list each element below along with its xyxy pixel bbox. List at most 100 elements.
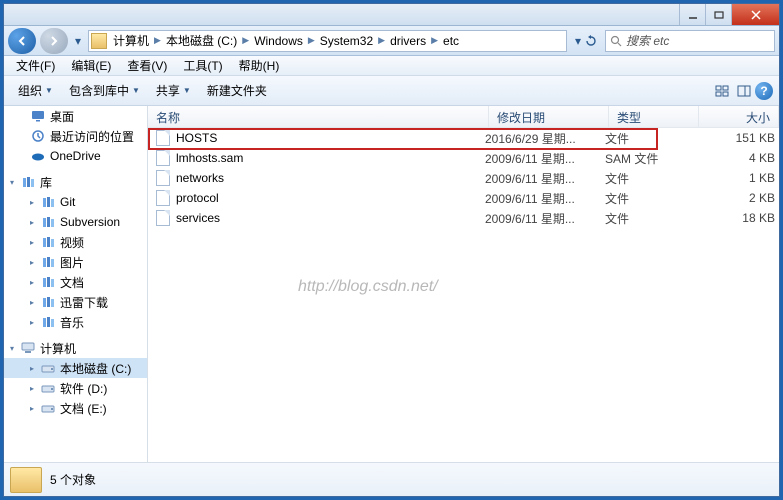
sidebar-item[interactable]: ▸文档	[4, 272, 147, 292]
tree-twisty-icon[interactable]: ▸	[30, 364, 38, 373]
share-button[interactable]: 共享▼	[148, 78, 199, 103]
file-date: 2009/6/11 星期...	[485, 150, 605, 167]
window-title-bar	[4, 4, 779, 26]
navigation-pane[interactable]: 桌面最近访问的位置OneDrive▾库▸Git▸Subversion▸视频▸图片…	[4, 106, 148, 462]
tree-twisty-icon[interactable]: ▸	[30, 384, 38, 393]
sidebar-item[interactable]: ▾库	[4, 172, 147, 192]
col-name[interactable]: 名称	[148, 106, 489, 127]
tree-twisty-icon[interactable]: ▸	[30, 198, 38, 207]
file-type: 文件	[605, 170, 695, 187]
sidebar-item[interactable]: 最近访问的位置	[4, 126, 147, 146]
lib-icon	[40, 234, 56, 250]
view-options-button[interactable]	[711, 80, 733, 102]
menu-help[interactable]: 帮助(H)	[231, 55, 288, 76]
file-icon	[156, 150, 170, 166]
nav-history-dropdown[interactable]: ▾	[72, 28, 84, 54]
sidebar-item[interactable]: 桌面	[4, 106, 147, 126]
sidebar-item[interactable]: OneDrive	[4, 146, 147, 166]
sidebar-item[interactable]: ▸Subversion	[4, 212, 147, 232]
chevron-right-icon[interactable]: ▶	[305, 35, 318, 46]
sidebar-item[interactable]: ▸ 文档 (E:)	[4, 398, 147, 418]
tree-twisty-icon[interactable]: ▸	[30, 404, 38, 413]
chevron-right-icon[interactable]: ▶	[151, 35, 164, 46]
sidebar-label: 本地磁盘 (C:)	[60, 360, 131, 377]
new-folder-button[interactable]: 新建文件夹	[199, 78, 275, 103]
file-icon	[156, 210, 170, 226]
file-type: SAM 文件	[605, 150, 695, 167]
tree-twisty-icon[interactable]: ▾	[10, 178, 18, 187]
sidebar-item[interactable]: ▸ 本地磁盘 (C:)	[4, 358, 147, 378]
file-row[interactable]: protocol2009/6/11 星期...文件2 KB	[148, 188, 779, 208]
file-date: 2016/6/29 星期...	[485, 130, 605, 147]
nav-forward-button[interactable]	[40, 28, 68, 54]
file-name: HOSTS	[176, 131, 217, 145]
chevron-right-icon[interactable]: ▶	[428, 35, 441, 46]
include-library-button[interactable]: 包含到库中▼	[61, 78, 148, 103]
sidebar-item[interactable]: ▸ 图片	[4, 252, 147, 272]
minimize-button[interactable]	[679, 4, 705, 25]
breadcrumb[interactable]: Windows	[252, 34, 305, 48]
menu-file[interactable]: 文件(F)	[8, 55, 63, 76]
preview-pane-button[interactable]	[733, 80, 755, 102]
sidebar-label: 桌面	[50, 108, 74, 125]
tree-twisty-icon[interactable]: ▸	[30, 298, 38, 307]
chevron-right-icon[interactable]: ▶	[239, 35, 252, 46]
menu-view[interactable]: 查看(V)	[119, 55, 175, 76]
sidebar-label: 音乐	[60, 314, 84, 331]
chevron-right-icon[interactable]: ▶	[375, 35, 388, 46]
file-date: 2009/6/11 星期...	[485, 210, 605, 227]
tree-twisty-icon[interactable]: ▸	[30, 218, 38, 227]
sidebar-item[interactable]: ▸视频	[4, 232, 147, 252]
tree-twisty-icon[interactable]: ▸	[30, 258, 38, 267]
search-input[interactable]: 搜索 etc	[605, 30, 775, 52]
breadcrumb[interactable]: drivers	[388, 34, 428, 48]
sidebar-item[interactable]: ▸ 软件 (D:)	[4, 378, 147, 398]
sidebar-label: 文档 (E:)	[60, 400, 107, 417]
file-list-area: 名称 修改日期 类型 大小 http://blog.csdn.net/ HOST…	[148, 106, 779, 462]
close-button[interactable]	[731, 4, 779, 25]
sidebar-item[interactable]: ▸ 音乐	[4, 312, 147, 332]
nav-back-button[interactable]	[8, 28, 36, 54]
refresh-icon[interactable]	[585, 35, 597, 47]
tree-twisty-icon[interactable]: ▾	[10, 344, 18, 353]
tree-twisty-icon[interactable]: ▸	[30, 278, 38, 287]
file-name: services	[176, 211, 220, 225]
tree-twisty-icon[interactable]: ▸	[30, 238, 38, 247]
folder-icon	[91, 33, 107, 49]
file-row[interactable]: networks2009/6/11 星期...文件1 KB	[148, 168, 779, 188]
drive-icon	[40, 400, 56, 416]
breadcrumb[interactable]: System32	[318, 34, 375, 48]
file-rows[interactable]: http://blog.csdn.net/ HOSTS2016/6/29 星期.…	[148, 128, 779, 462]
status-text: 5 个对象	[50, 471, 96, 488]
lib-icon	[40, 194, 56, 210]
maximize-button[interactable]	[705, 4, 731, 25]
sidebar-label: 图片	[60, 254, 84, 271]
sidebar-label: OneDrive	[50, 149, 101, 163]
breadcrumb[interactable]: 计算机	[111, 32, 151, 49]
col-size[interactable]: 大小	[699, 106, 779, 127]
help-button[interactable]: ?	[755, 82, 773, 100]
menu-edit[interactable]: 编辑(E)	[63, 55, 119, 76]
file-date: 2009/6/11 星期...	[485, 170, 605, 187]
organize-button[interactable]: 组织▼	[10, 78, 61, 103]
include-label: 包含到库中	[69, 82, 129, 99]
file-row[interactable]: services2009/6/11 星期...文件18 KB	[148, 208, 779, 228]
sidebar-label: 软件 (D:)	[60, 380, 107, 397]
tree-twisty-icon[interactable]: ▸	[30, 318, 38, 327]
col-date[interactable]: 修改日期	[489, 106, 609, 127]
menu-tools[interactable]: 工具(T)	[175, 55, 230, 76]
lib-icon	[40, 274, 56, 290]
sidebar-item[interactable]: ▸ 迅雷下载	[4, 292, 147, 312]
breadcrumb[interactable]: 本地磁盘 (C:)	[164, 32, 239, 49]
address-bar[interactable]: 计算机▶ 本地磁盘 (C:)▶ Windows▶ System32▶ drive…	[88, 30, 567, 52]
file-row[interactable]: HOSTS2016/6/29 星期...文件151 KB	[148, 128, 779, 148]
file-row[interactable]: lmhosts.sam2009/6/11 星期...SAM 文件4 KB	[148, 148, 779, 168]
address-dropdown-icon[interactable]: ▾	[575, 34, 581, 48]
share-label: 共享	[156, 82, 180, 99]
sidebar-item[interactable]: ▾计算机	[4, 338, 147, 358]
col-type[interactable]: 类型	[609, 106, 699, 127]
sidebar-label: 迅雷下载	[60, 294, 108, 311]
search-icon	[610, 35, 622, 47]
breadcrumb[interactable]: etc	[441, 34, 461, 48]
sidebar-item[interactable]: ▸Git	[4, 192, 147, 212]
